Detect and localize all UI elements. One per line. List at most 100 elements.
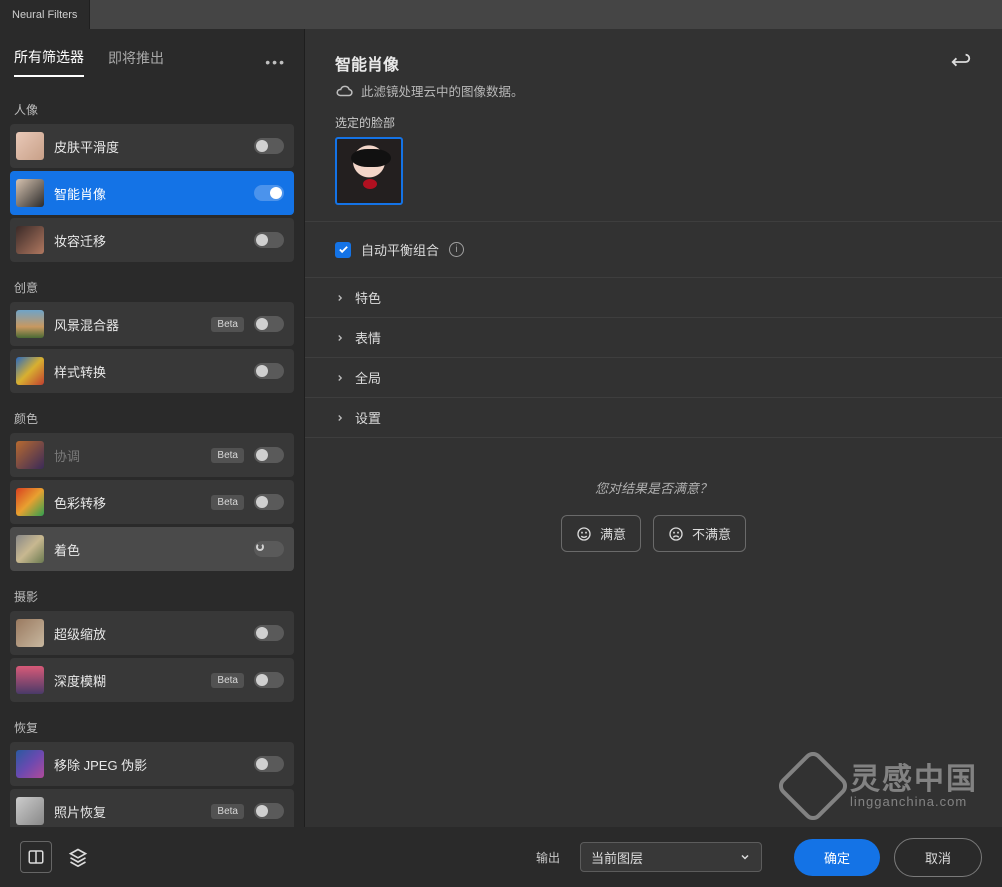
filter-label: 智能肖像 [54, 184, 244, 203]
accordion-label: 全局 [355, 368, 381, 387]
beta-badge: Beta [211, 804, 244, 819]
filter-toggle[interactable] [254, 625, 284, 641]
filter-jpeg-artifacts[interactable]: 移除 JPEG 伪影 [10, 742, 294, 786]
auto-balance-checkbox[interactable] [335, 242, 351, 258]
filter-label: 协调 [54, 446, 201, 465]
chevron-right-icon [335, 333, 345, 343]
filter-thumb-icon [16, 666, 44, 694]
section-photo: 摄影 [10, 574, 294, 611]
reset-icon[interactable] [950, 51, 972, 73]
filter-toggle[interactable] [254, 494, 284, 510]
auto-balance-label: 自动平衡组合 [361, 240, 439, 259]
beta-badge: Beta [211, 448, 244, 463]
selected-face-label: 选定的脸部 [335, 114, 972, 131]
feedback-yes-button[interactable]: 满意 [561, 515, 641, 552]
window-tab[interactable]: Neural Filters [0, 0, 90, 29]
layers-icon[interactable] [66, 845, 90, 869]
section-restore: 恢复 [10, 705, 294, 742]
accordion-expression[interactable]: 表情 [305, 318, 1002, 358]
filter-toggle[interactable] [254, 185, 284, 201]
filter-thumb-icon [16, 535, 44, 563]
accordion-features[interactable]: 特色 [305, 278, 1002, 318]
output-value: 当前图层 [591, 848, 643, 867]
more-icon[interactable]: ••• [265, 54, 290, 70]
filter-toggle[interactable] [254, 138, 284, 154]
filter-label: 深度模糊 [54, 671, 201, 690]
beta-badge: Beta [211, 317, 244, 332]
accordion-global[interactable]: 全局 [305, 358, 1002, 398]
filter-label: 移除 JPEG 伪影 [54, 755, 244, 774]
preview-toggle-button[interactable] [20, 841, 52, 873]
filter-toggle[interactable] [254, 447, 284, 463]
filter-label: 超级缩放 [54, 624, 244, 643]
feedback-no-button[interactable]: 不满意 [653, 515, 746, 552]
watermark: 灵感中国 lingganchina.com [786, 759, 978, 813]
frown-icon [668, 526, 684, 542]
accordion-settings[interactable]: 设置 [305, 398, 1002, 438]
accordion-label: 特色 [355, 288, 381, 307]
output-select[interactable]: 当前图层 [580, 842, 762, 872]
panel-subtitle: 此滤镜处理云中的图像数据。 [361, 81, 524, 100]
filter-thumb-icon [16, 750, 44, 778]
sidebar: 所有筛选器 即将推出 ••• 人像 皮肤平滑度 智能肖像 妆容迁移 创意 [0, 29, 305, 887]
filter-label: 风景混合器 [54, 315, 201, 334]
filter-harmonize[interactable]: 协调 Beta [10, 433, 294, 477]
section-portrait: 人像 [10, 87, 294, 124]
beta-badge: Beta [211, 673, 244, 688]
filter-thumb-icon [16, 441, 44, 469]
filter-toggle[interactable] [254, 541, 284, 557]
filter-thumb-icon [16, 310, 44, 338]
filter-style-transfer[interactable]: 样式转换 [10, 349, 294, 393]
filter-thumb-icon [16, 797, 44, 825]
filter-super-zoom[interactable]: 超级缩放 [10, 611, 294, 655]
smile-icon [576, 526, 592, 542]
feedback-yes-label: 满意 [600, 524, 626, 543]
accordion-label: 设置 [355, 408, 381, 427]
output-label: 输出 [536, 849, 560, 866]
filter-toggle[interactable] [254, 363, 284, 379]
filter-thumb-icon [16, 179, 44, 207]
filter-toggle[interactable] [254, 316, 284, 332]
panel-title: 智能肖像 [335, 51, 950, 75]
chevron-right-icon [335, 373, 345, 383]
filter-landscape-mixer[interactable]: 风景混合器 Beta [10, 302, 294, 346]
filter-skin-smoothing[interactable]: 皮肤平滑度 [10, 124, 294, 168]
filter-label: 色彩转移 [54, 493, 201, 512]
filter-label: 着色 [54, 540, 244, 559]
filter-toggle[interactable] [254, 803, 284, 819]
filter-smart-portrait[interactable]: 智能肖像 [10, 171, 294, 215]
info-icon[interactable]: i [449, 242, 464, 257]
filter-thumb-icon [16, 132, 44, 160]
filter-thumb-icon [16, 357, 44, 385]
content-panel: 智能肖像 此滤镜处理云中的图像数据。 选定的脸部 自动平衡组合 i 特色 [305, 29, 1002, 887]
filter-toggle[interactable] [254, 756, 284, 772]
filter-makeup-transfer[interactable]: 妆容迁移 [10, 218, 294, 262]
beta-badge: Beta [211, 495, 244, 510]
feedback-no-label: 不满意 [692, 524, 731, 543]
feedback-question: 您对结果是否满意？ [305, 478, 1002, 497]
filter-label: 皮肤平滑度 [54, 137, 244, 156]
chevron-right-icon [335, 413, 345, 423]
filter-toggle[interactable] [254, 672, 284, 688]
section-color: 颜色 [10, 396, 294, 433]
accordion-label: 表情 [355, 328, 381, 347]
filter-color-transfer[interactable]: 色彩转移 Beta [10, 480, 294, 524]
filter-label: 样式转换 [54, 362, 244, 381]
filter-thumb-icon [16, 619, 44, 647]
filter-depth-blur[interactable]: 深度模糊 Beta [10, 658, 294, 702]
section-creative: 创意 [10, 265, 294, 302]
cancel-button[interactable]: 取消 [894, 838, 982, 877]
filter-label: 照片恢复 [54, 802, 201, 821]
chevron-right-icon [335, 293, 345, 303]
filter-toggle[interactable] [254, 232, 284, 248]
tab-all-filters[interactable]: 所有筛选器 [14, 47, 84, 77]
ok-button[interactable]: 确定 [794, 839, 880, 876]
chevron-down-icon [739, 851, 751, 863]
tab-coming-soon[interactable]: 即将推出 [108, 48, 164, 76]
selected-face-thumb[interactable] [335, 137, 403, 205]
cloud-icon [335, 82, 353, 100]
filter-thumb-icon [16, 226, 44, 254]
filter-thumb-icon [16, 488, 44, 516]
filter-colorize[interactable]: 着色 [10, 527, 294, 571]
bottom-bar: 输出 当前图层 确定 取消 [0, 827, 1002, 887]
